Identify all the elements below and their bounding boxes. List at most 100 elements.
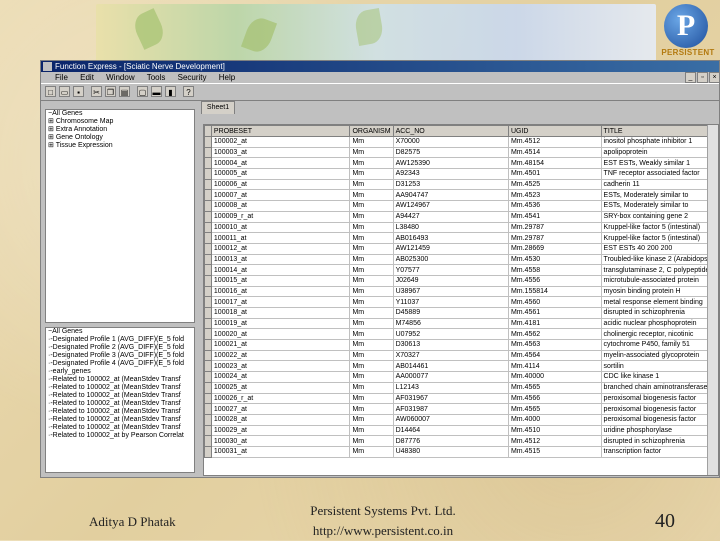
table-cell[interactable]: Mm.4561: [507, 307, 602, 319]
tree-node[interactable]: ·-Related to 100002_at (MeanStdev Transf: [46, 408, 194, 416]
table-cell[interactable]: A92343: [392, 168, 509, 180]
row-header[interactable]: [204, 285, 212, 298]
row-header[interactable]: [204, 381, 212, 394]
table-cell[interactable]: 100016_at: [210, 285, 351, 298]
tree-node[interactable]: ·-Related to 100002_at (MeanStdev Transf: [46, 384, 194, 392]
table-cell[interactable]: U48380: [392, 445, 509, 458]
table-cell[interactable]: Mm: [349, 381, 394, 394]
table-cell[interactable]: Mm.4566: [507, 392, 602, 405]
open-icon[interactable]: ▭: [59, 86, 70, 97]
row-header[interactable]: [204, 392, 212, 405]
table-cell[interactable]: Mm: [349, 307, 394, 319]
table-cell[interactable]: Mm: [349, 136, 394, 148]
table-row[interactable]: 100025_at Mm L12143 Mm.4565 branched chain a…: [204, 381, 718, 394]
table-cell[interactable]: 100007_at: [210, 189, 351, 202]
table-cell[interactable]: Mm: [349, 274, 394, 287]
table-cell[interactable]: apolipoprotein: [600, 146, 718, 159]
table-cell[interactable]: 100027_at: [210, 403, 351, 415]
table-cell[interactable]: 100002_at: [210, 136, 351, 148]
table-cell[interactable]: Mm.4512: [507, 435, 602, 447]
help-icon[interactable]: ?: [183, 86, 194, 97]
table-cell[interactable]: AF031967: [392, 392, 509, 405]
table-row[interactable]: 100003_at Mm D82575 Mm.4514 apolipoprotein: [204, 146, 718, 159]
table-cell[interactable]: 100005_at: [210, 168, 351, 180]
table-row[interactable]: 100010_at Mm L38480 Mm.29787 Kruppel-like fa…: [204, 221, 718, 234]
table-cell[interactable]: microtubule-associated protein: [600, 274, 718, 287]
table-row[interactable]: 100011_at Mm AB016493 Mm.29787 Kruppel-like …: [204, 232, 718, 244]
table-cell[interactable]: Mm: [349, 168, 394, 180]
table-cell[interactable]: A94427: [392, 210, 509, 223]
row-header[interactable]: [204, 136, 212, 148]
table-cell[interactable]: D82575: [392, 146, 509, 159]
tree-node[interactable]: ·-Related to 100002_at (MeanStdev Transf: [46, 416, 194, 424]
minimize-icon[interactable]: _: [685, 72, 696, 83]
gene-list-tree[interactable]: −All Genes ·-Designated Profile 1 (AVG_D…: [45, 327, 195, 473]
table-cell[interactable]: 100009_r_at: [210, 210, 351, 223]
table-cell[interactable]: Mm.4114: [507, 360, 602, 373]
row-header[interactable]: [204, 445, 212, 458]
table-row[interactable]: 100030_at Mm D87776 Mm.4512 disrupted in sch…: [204, 435, 718, 447]
tree-node[interactable]: −All Genes: [46, 110, 194, 118]
table-cell[interactable]: acidic nuclear phosphoprotein: [600, 317, 718, 330]
table-cell[interactable]: D31253: [392, 178, 509, 191]
table-cell[interactable]: AB016493: [392, 232, 509, 244]
table-cell[interactable]: 100023_at: [210, 360, 351, 373]
tab-sheet1[interactable]: Sheet1: [201, 101, 235, 114]
table-cell[interactable]: AF031987: [392, 403, 509, 415]
table-cell[interactable]: 100010_at: [210, 221, 351, 234]
table-cell[interactable]: 100021_at: [210, 339, 351, 351]
table-cell[interactable]: Mm: [349, 221, 394, 234]
table-cell[interactable]: EST ESTs, Weakly similar 1: [600, 157, 718, 170]
table-cell[interactable]: D87776: [392, 435, 509, 447]
table-cell[interactable]: AW060007: [392, 413, 509, 426]
table-cell[interactable]: Mm: [349, 445, 394, 458]
table-cell[interactable]: 100030_at: [210, 435, 351, 447]
table-row[interactable]: 100026_r_at Mm AF031967 Mm.4566 peroxisomal …: [204, 392, 718, 405]
tree-node[interactable]: ⊞ Gene Ontology: [46, 134, 194, 142]
table-row[interactable]: 100031_at Mm U48380 Mm.4515 transcription fa…: [204, 445, 718, 458]
table-cell[interactable]: Mm: [349, 339, 394, 351]
menu-file[interactable]: File: [55, 73, 68, 82]
table-cell[interactable]: Mm: [349, 403, 394, 415]
table-cell[interactable]: peroxisomal biogenesis factor: [600, 392, 718, 405]
save-icon[interactable]: ▪: [73, 86, 84, 97]
table-cell[interactable]: L12143: [392, 381, 509, 394]
table-cell[interactable]: 100025_at: [210, 381, 351, 394]
row-header[interactable]: [204, 210, 212, 223]
company-url[interactable]: http://www.persistent.co.in: [288, 521, 478, 541]
column-header[interactable]: TITLE: [600, 125, 718, 137]
close-icon[interactable]: ×: [709, 72, 720, 83]
table-row[interactable]: 100007_at Mm AA904747 Mm.4523 ESTs, Moderate…: [204, 189, 718, 202]
data-grid[interactable]: PROBESET ORGANISM ACC_NO UGID TITLE 1000…: [203, 124, 719, 476]
table-cell[interactable]: Kruppel-like factor 5 (intestinal): [600, 232, 718, 244]
column-header[interactable]: PROBESET: [210, 125, 351, 137]
table-cell[interactable]: cytochrome P450, family 51: [600, 339, 718, 351]
table-cell[interactable]: Mm.4515: [507, 445, 602, 458]
tile-vertical-icon[interactable]: ▮: [165, 86, 176, 97]
table-cell[interactable]: Mm.4565: [507, 403, 602, 415]
table-row[interactable]: 100018_at Mm D45889 Mm.4561 disrupted in sch…: [204, 307, 718, 319]
table-cell[interactable]: myosin binding protein H: [600, 285, 718, 298]
table-cell[interactable]: SRY-box containing gene 2: [600, 210, 718, 223]
row-header[interactable]: [204, 328, 212, 341]
column-header[interactable]: UGID: [507, 125, 602, 137]
table-cell[interactable]: sortilin: [600, 360, 718, 373]
table-cell[interactable]: Mm: [349, 210, 394, 223]
table-cell[interactable]: Mm.4525: [507, 178, 602, 191]
table-cell[interactable]: ESTs, Moderately similar to: [600, 189, 718, 202]
row-header[interactable]: [204, 242, 212, 255]
table-row[interactable]: 100015_at Mm J02649 Mm.4556 microtubule-asso…: [204, 274, 718, 287]
cut-icon[interactable]: ✂: [91, 86, 102, 97]
table-cell[interactable]: Mm: [349, 435, 394, 447]
table-cell[interactable]: myelin-associated glycoprotein: [600, 349, 718, 362]
row-header[interactable]: [204, 274, 212, 287]
table-cell[interactable]: 100024_at: [210, 371, 351, 383]
table-cell[interactable]: transglutaminase 2, C polypeptide: [600, 264, 718, 276]
table-row[interactable]: 100006_at Mm D31253 Mm.4525 cadherin 11: [204, 178, 718, 191]
tree-node[interactable]: ·-Related to 100002_at by Pearson Correl…: [46, 432, 194, 440]
table-cell[interactable]: 100013_at: [210, 253, 351, 266]
menu-tools[interactable]: Tools: [147, 73, 166, 82]
table-row[interactable]: 100012_at Mm AW121459 Mm.28669 EST ESTs 40 2…: [204, 242, 718, 255]
table-cell[interactable]: Mm: [349, 178, 394, 191]
row-header[interactable]: [204, 178, 212, 191]
